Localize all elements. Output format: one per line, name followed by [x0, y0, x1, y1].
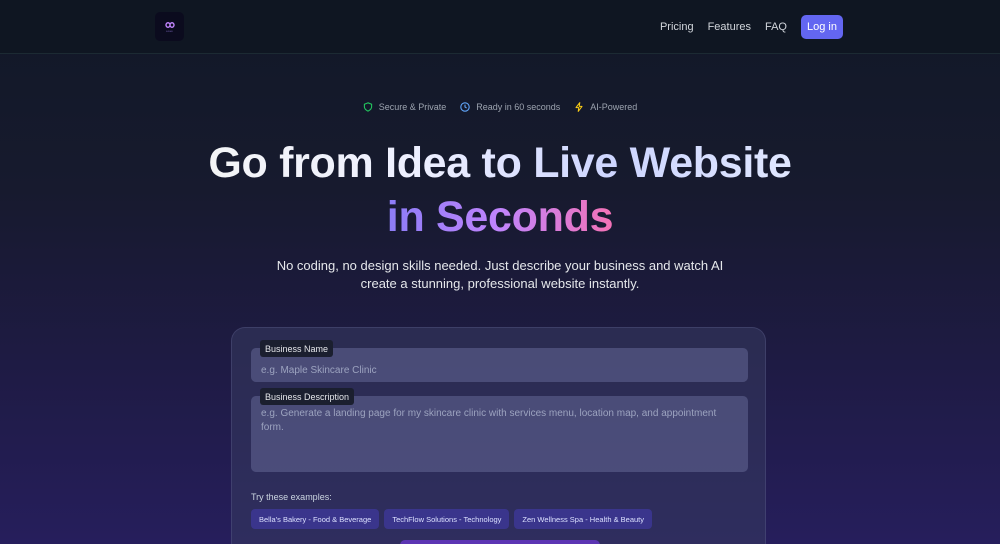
logo[interactable]: LOGO	[155, 12, 184, 41]
nav-links: Pricing Features FAQ Log in	[660, 15, 843, 39]
logo-text: LOGO	[166, 31, 173, 33]
hero-title: Go from Idea to Live Website in Seconds	[0, 136, 1000, 244]
example-chip-wellness[interactable]: Zen Wellness Spa - Health & Beauty	[514, 509, 653, 529]
badge-ready: Ready in 60 seconds	[460, 102, 560, 112]
examples-label: Try these examples:	[251, 492, 332, 502]
infinity-logo-icon	[164, 22, 175, 28]
badge-secure-label: Secure & Private	[378, 102, 447, 112]
business-name-label: Business Name	[260, 340, 334, 357]
example-chips: Bella's Bakery - Food & Beverage TechFlo…	[251, 509, 653, 529]
hero-title-line1: Go from Idea to Live Website	[208, 139, 792, 187]
nav-link-faq[interactable]: FAQ	[765, 21, 787, 33]
clock-icon	[460, 102, 470, 112]
nav-link-pricing[interactable]: Pricing	[660, 21, 694, 33]
badge-ai: AI-Powered	[574, 102, 637, 112]
nav-link-features[interactable]: Features	[708, 21, 751, 33]
feature-badges: Secure & Private Ready in 60 seconds AI-…	[0, 102, 1000, 112]
business-description-field: Business Description	[251, 388, 748, 472]
example-chip-techflow[interactable]: TechFlow Solutions - Technology	[384, 509, 510, 529]
login-button[interactable]: Log in	[801, 15, 843, 39]
hero-title-line2: in Seconds	[387, 190, 614, 244]
website-generator-form: Business Name Business Description Try t…	[231, 327, 766, 544]
business-description-label: Business Description	[260, 388, 355, 405]
business-description-textarea[interactable]	[251, 396, 748, 472]
badge-ready-label: Ready in 60 seconds	[476, 102, 561, 112]
lightning-icon	[575, 102, 583, 112]
hero-subtitle: No coding, no design skills needed. Just…	[276, 258, 724, 291]
generate-button[interactable]	[400, 540, 600, 544]
example-chip-bakery[interactable]: Bella's Bakery - Food & Beverage	[251, 509, 380, 529]
shield-icon	[363, 102, 372, 112]
badge-ai-label: AI-Powered	[590, 102, 638, 112]
badge-secure: Secure & Private	[363, 102, 447, 112]
business-name-field: Business Name	[251, 340, 748, 382]
navbar: LOGO Pricing Features FAQ Log in	[0, 0, 1000, 54]
